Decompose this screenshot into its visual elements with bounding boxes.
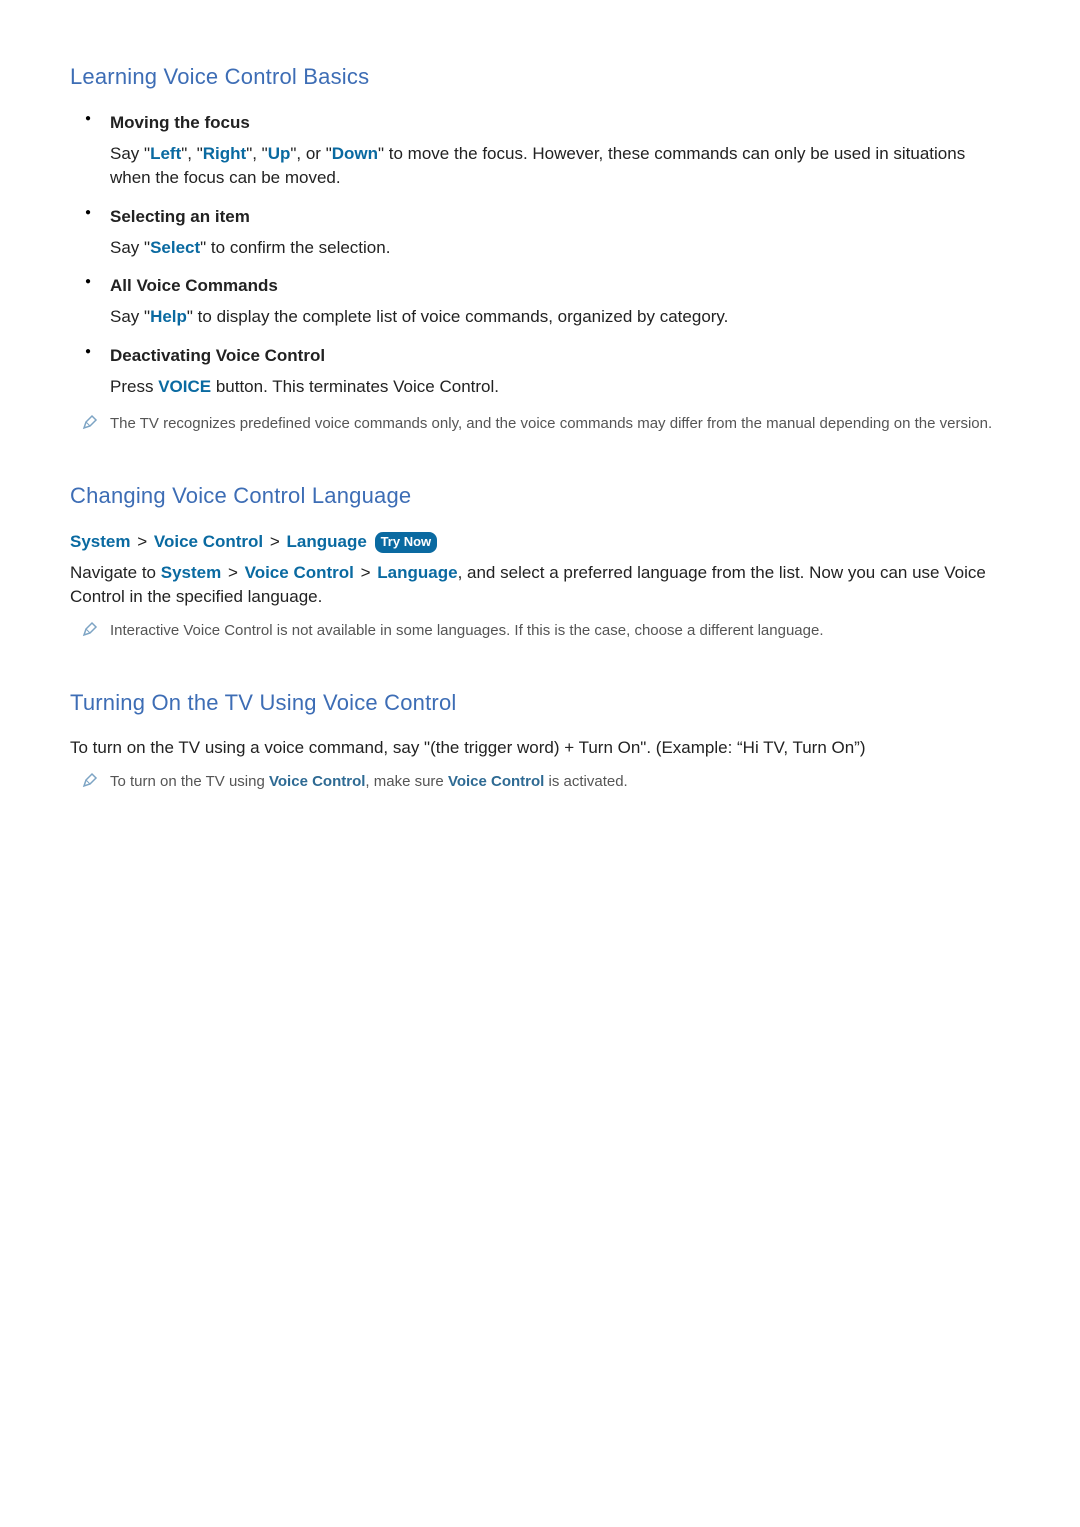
navpath-voice-control: Voice Control <box>154 532 263 551</box>
voice-command: Select <box>150 238 200 257</box>
section-turning-on-tv: Turning On the TV Using Voice Control To… <box>70 688 1010 793</box>
heading-changing-language: Changing Voice Control Language <box>70 481 1010 512</box>
caret-icon: > <box>226 563 240 582</box>
voice-command: Right <box>203 144 246 163</box>
caret-icon: > <box>268 532 282 551</box>
note: To turn on the TV using Voice Control, m… <box>70 771 1010 793</box>
list-item: Moving the focus Say "Left", "Right", "U… <box>110 111 1010 191</box>
item-title: Deactivating Voice Control <box>110 344 1010 368</box>
item-body: Say "Left", "Right", "Up", or "Down" to … <box>110 142 1010 191</box>
body-paragraph: To turn on the TV using a voice command,… <box>70 736 1010 761</box>
voice-control-label: Voice Control <box>448 773 544 790</box>
inline-nav-voice-control: Voice Control <box>245 563 354 582</box>
voice-command: Help <box>150 307 187 326</box>
list-item: Deactivating Voice Control Press VOICE b… <box>110 344 1010 399</box>
caret-icon: > <box>135 532 149 551</box>
note-text: Interactive Voice Control is not availab… <box>110 622 824 639</box>
item-body: Say "Help" to display the complete list … <box>110 305 1010 330</box>
nav-path: System > Voice Control > Language Try No… <box>70 530 1010 554</box>
item-title: All Voice Commands <box>110 274 1010 298</box>
inline-nav-language: Language <box>377 563 457 582</box>
note: The TV recognizes predefined voice comma… <box>70 413 1010 435</box>
item-body: Say "Select" to confirm the selection. <box>110 236 1010 261</box>
voice-control-label: Voice Control <box>269 773 365 790</box>
basics-list: Moving the focus Say "Left", "Right", "U… <box>70 111 1010 399</box>
item-title: Selecting an item <box>110 205 1010 229</box>
pencil-icon <box>82 772 98 788</box>
section-learning-basics: Learning Voice Control Basics Moving the… <box>70 62 1010 435</box>
list-item: All Voice Commands Say "Help" to display… <box>110 274 1010 329</box>
try-now-badge[interactable]: Try Now <box>375 532 438 553</box>
voice-command: Up <box>268 144 291 163</box>
caret-icon: > <box>359 563 373 582</box>
section-changing-language: Changing Voice Control Language System >… <box>70 481 1010 642</box>
voice-command: Left <box>150 144 181 163</box>
voice-command: VOICE <box>158 377 211 396</box>
item-body: Press VOICE button. This terminates Voic… <box>110 375 1010 400</box>
navpath-language: Language <box>287 532 367 551</box>
heading-learning-basics: Learning Voice Control Basics <box>70 62 1010 93</box>
body-paragraph: Navigate to System > Voice Control > Lan… <box>70 561 1010 610</box>
heading-turning-on-tv: Turning On the TV Using Voice Control <box>70 688 1010 719</box>
item-title: Moving the focus <box>110 111 1010 135</box>
inline-nav-system: System <box>161 563 221 582</box>
note-text: The TV recognizes predefined voice comma… <box>110 415 992 432</box>
voice-command: Down <box>332 144 378 163</box>
note: Interactive Voice Control is not availab… <box>70 620 1010 642</box>
list-item: Selecting an item Say "Select" to confir… <box>110 205 1010 260</box>
pencil-icon <box>82 621 98 637</box>
pencil-icon <box>82 414 98 430</box>
navpath-system: System <box>70 532 130 551</box>
